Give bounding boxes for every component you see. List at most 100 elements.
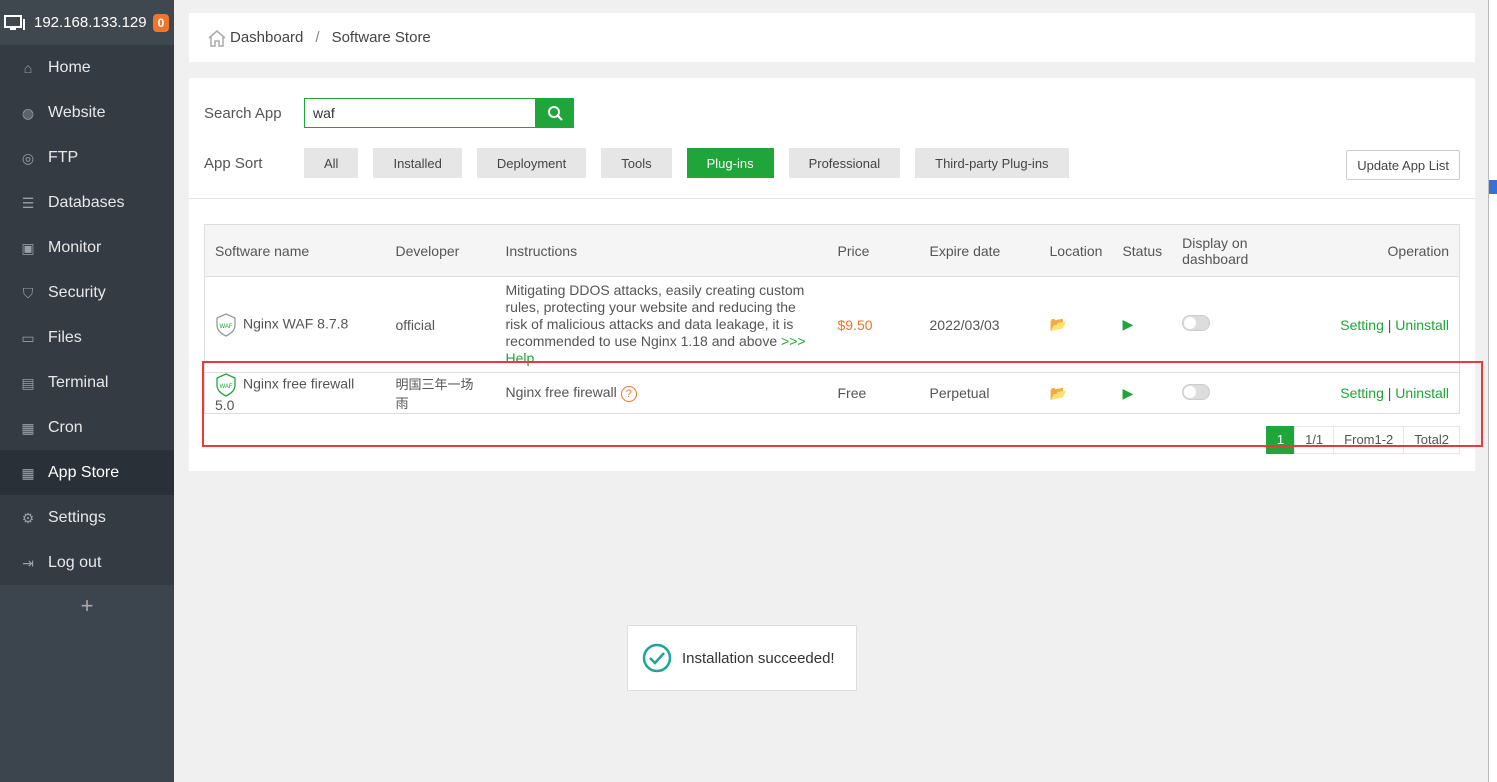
sort-third-party-plug-ins[interactable]: Third-party Plug-ins <box>915 148 1069 178</box>
breadcrumb-dashboard[interactable]: Dashboard <box>230 29 303 46</box>
search-icon <box>548 106 563 121</box>
server-ip: 192.168.133.129 <box>34 14 147 31</box>
instructions: Nginx free firewall <box>505 384 617 400</box>
uninstall-link[interactable]: Uninstall <box>1395 317 1449 333</box>
monitor-icon: ▣ <box>21 239 35 256</box>
expire-date: Perpetual <box>919 372 1040 414</box>
sidebar-item-home[interactable]: ⌂ Home <box>0 45 174 90</box>
sidebar-item-label: Log out <box>48 553 102 571</box>
page-range: From1-2 <box>1333 426 1405 454</box>
setting-link[interactable]: Setting <box>1340 385 1384 401</box>
sidebar-item-label: Files <box>48 328 82 346</box>
column-header: Developer <box>385 224 496 277</box>
home-icon: ⌂ <box>23 59 33 76</box>
add-button[interactable]: + <box>0 585 174 619</box>
sort-professional[interactable]: Professional <box>788 148 901 178</box>
update-app-list-button[interactable]: Update App List <box>1346 150 1460 180</box>
sort-tools[interactable]: Tools <box>601 148 672 178</box>
sidebar-item-label: App Store <box>48 463 120 481</box>
terminal-icon: ▤ <box>21 374 35 391</box>
toast-message: Installation succeeded! <box>682 649 835 667</box>
uninstall-link[interactable]: Uninstall <box>1395 385 1449 401</box>
waf-shield-icon: WAF <box>216 373 236 397</box>
sidebar-item-label: FTP <box>48 148 79 166</box>
software-name: Nginx WAF 8.7.8 <box>243 315 349 332</box>
play-icon[interactable]: ▶ <box>1122 385 1133 401</box>
folder-icon[interactable]: 📂 <box>1050 316 1067 332</box>
sidebar-item-label: Security <box>48 283 106 301</box>
gear-icon: ⚙ <box>21 509 35 526</box>
price: $9.50 <box>827 276 920 373</box>
developer: 明国三年一场雨 <box>385 372 496 414</box>
sidebar-item-security[interactable]: ⛉ Security <box>0 270 174 315</box>
column-header: Price <box>827 224 920 277</box>
help-icon[interactable]: ? <box>620 386 637 402</box>
software-table: Software name Developer Instructions Price E… <box>204 224 1460 414</box>
pagination: 1 1/1 From1-2 Total2 <box>1265 426 1460 454</box>
sidebar-item-terminal[interactable]: ▤ Terminal <box>0 360 174 405</box>
column-header: Display on dashboard <box>1172 224 1293 277</box>
search-button[interactable] <box>536 98 574 128</box>
table-row: WAF Nginx WAF 8.7.8 official Mitigating D… <box>204 276 1460 373</box>
instructions: Mitigating DDOS attacks, easily creating… <box>505 282 805 349</box>
apps-icon: ▦ <box>21 464 35 481</box>
svg-text:WAF: WAF <box>219 324 232 330</box>
sidebar-item-databases[interactable]: ☰ Databases <box>0 180 174 225</box>
dashboard-toggle[interactable] <box>1182 383 1211 400</box>
breadcrumb: Dashboard / Software Store <box>189 13 1475 62</box>
sidebar-item-label: Terminal <box>48 373 109 391</box>
waf-shield-icon: WAF <box>216 312 236 337</box>
home-icon <box>208 29 226 47</box>
separator: | <box>1387 316 1392 333</box>
folder-icon[interactable]: 📂 <box>1050 385 1067 401</box>
sidebar-item-label: Monitor <box>48 238 102 256</box>
sort-all[interactable]: All <box>304 148 359 178</box>
column-header: Location <box>1039 224 1113 277</box>
globe-icon: ◍ <box>21 104 35 121</box>
price: Free <box>827 372 920 414</box>
monitor-icon <box>4 14 25 30</box>
divider <box>189 198 1475 199</box>
column-header: Operation <box>1292 224 1460 277</box>
logout-icon: ⇥ <box>22 554 34 571</box>
sidebar-item-label: Cron <box>48 418 83 436</box>
page-total: Total2 <box>1403 426 1460 454</box>
sidebar-item-label: Home <box>48 58 91 76</box>
check-circle-icon <box>642 643 672 673</box>
search-input[interactable] <box>304 98 536 128</box>
calendar-icon: ▦ <box>21 419 35 436</box>
sidebar-item-settings[interactable]: ⚙ Settings <box>0 495 174 540</box>
sidebar-item-cron[interactable]: ▦ Cron <box>0 405 174 450</box>
sort-plug-ins[interactable]: Plug-ins <box>686 148 774 178</box>
search-label: Search App <box>204 104 282 122</box>
table-row: WAF Nginx free firewall 5.0 明国三年一场雨 Nginx… <box>204 372 1460 414</box>
database-icon: ☰ <box>21 194 35 211</box>
ftp-icon: ◎ <box>21 149 35 166</box>
sidebar-item-website[interactable]: ◍ Website <box>0 90 174 135</box>
sort-installed[interactable]: Installed <box>373 148 462 178</box>
sidebar-item-label: Settings <box>48 508 106 526</box>
column-header: Software name <box>204 224 386 277</box>
sidebar-item-monitor[interactable]: ▣ Monitor <box>0 225 174 270</box>
success-toast: Installation succeeded! <box>627 625 857 691</box>
sidebar-item-log-out[interactable]: ⇥ Log out <box>0 540 174 585</box>
server-header: 192.168.133.129 0 <box>0 0 174 45</box>
sidebar-item-app-store[interactable]: ▦ App Store <box>0 450 174 495</box>
developer: official <box>385 276 496 373</box>
dashboard-toggle[interactable] <box>1182 315 1211 331</box>
breadcrumb-separator: / <box>315 29 320 46</box>
page-current[interactable]: 1 <box>1265 426 1296 454</box>
svg-text:WAF: WAF <box>219 384 232 390</box>
setting-link[interactable]: Setting <box>1340 317 1384 333</box>
sidebar-item-files[interactable]: ▭ Files <box>0 315 174 360</box>
separator: | <box>1387 385 1392 401</box>
sidebar-item-label: Databases <box>48 193 125 211</box>
shield-icon: ⛉ <box>22 284 34 301</box>
column-header: Expire date <box>919 224 1040 277</box>
sidebar-item-label: Website <box>48 103 106 121</box>
play-icon[interactable]: ▶ <box>1122 316 1133 332</box>
sort-deployment[interactable]: Deployment <box>476 148 587 178</box>
column-header: Instructions <box>495 224 828 277</box>
notification-badge[interactable]: 0 <box>152 13 170 32</box>
sidebar-item-ftp[interactable]: ◎ FTP <box>0 135 174 180</box>
